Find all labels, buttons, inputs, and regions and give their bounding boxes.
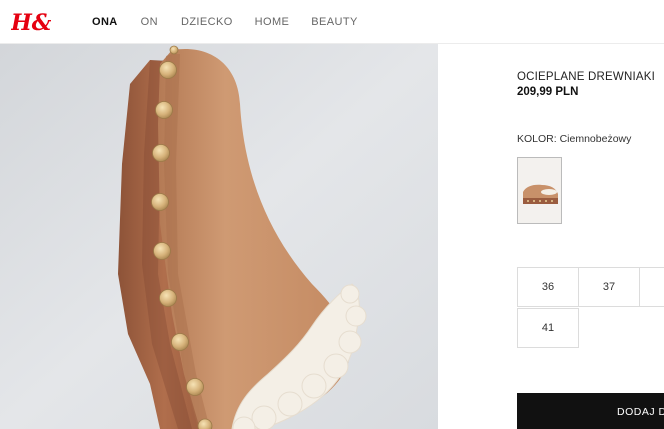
nav-item-home[interactable]: HOME <box>255 16 290 28</box>
nav-item-on[interactable]: ON <box>141 16 158 28</box>
product-price: 209,99 PLN <box>517 86 579 98</box>
product-image[interactable] <box>0 44 438 429</box>
color-label: KOLOR: Ciemnobeżowy <box>517 133 632 145</box>
color-swatch[interactable] <box>517 157 562 224</box>
product-name: OCIEPLANE DREWNIAKI <box>517 71 655 83</box>
size-option-next[interactable] <box>639 267 664 307</box>
nav-item-beauty[interactable]: BEAUTY <box>311 16 357 28</box>
hm-logo[interactable]: H&M <box>11 6 51 38</box>
nav-item-ona[interactable]: ONA <box>92 16 118 28</box>
add-to-cart-button[interactable]: DODAJ D <box>517 393 664 429</box>
size-option-37[interactable]: 37 <box>578 267 640 307</box>
main-nav: ONA ON DZIECKO HOME BEAUTY <box>92 16 358 28</box>
color-swatch-thumbnail <box>518 158 561 223</box>
size-option-36[interactable]: 36 <box>517 267 579 307</box>
clog-photo <box>0 44 438 429</box>
hm-logo-text: H&M <box>11 10 51 36</box>
nav-item-dziecko[interactable]: DZIECKO <box>181 16 233 28</box>
product-details: OCIEPLANE DREWNIAKI 209,99 PLN KOLOR: Ci… <box>517 0 664 429</box>
size-option-41[interactable]: 41 <box>517 308 579 348</box>
